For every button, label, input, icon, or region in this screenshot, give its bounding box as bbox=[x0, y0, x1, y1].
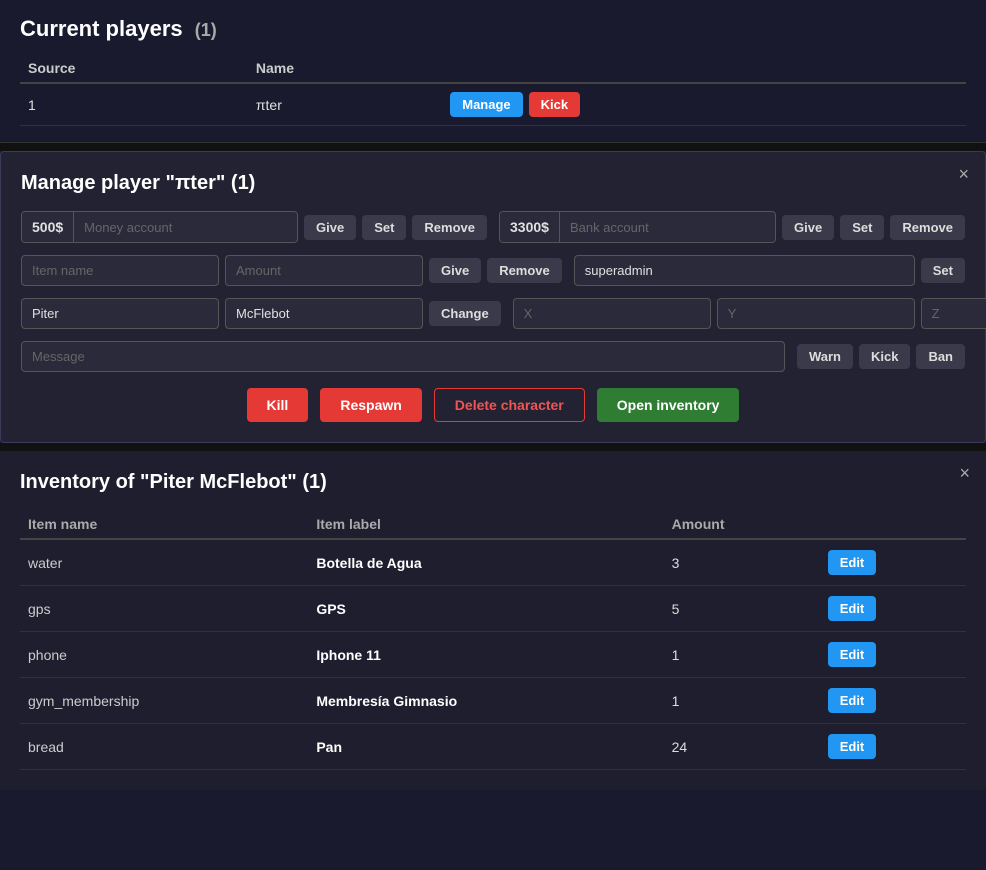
item-superadmin-row: Give Remove Set bbox=[21, 255, 965, 286]
inv-col-amount: Amount bbox=[664, 510, 820, 539]
inv-amount: 5 bbox=[664, 586, 820, 632]
inv-edit-button[interactable]: Edit bbox=[828, 642, 877, 667]
manage-close-button[interactable]: × bbox=[958, 164, 969, 185]
message-row: Warn Kick Ban bbox=[21, 341, 965, 372]
col-source: Source bbox=[20, 54, 248, 83]
inv-edit-button[interactable]: Edit bbox=[828, 734, 877, 759]
player-source: 1 bbox=[20, 83, 248, 126]
divider-2 bbox=[0, 443, 986, 451]
bank-remove-button[interactable]: Remove bbox=[890, 215, 965, 240]
inv-edit-cell: Edit bbox=[820, 632, 966, 678]
bank-account-input[interactable] bbox=[560, 213, 775, 242]
manage-title: Manage player "πter" (1) bbox=[21, 172, 965, 195]
superadmin-set-button[interactable]: Set bbox=[921, 258, 965, 283]
inv-item-label: Membresía Gimnasio bbox=[308, 678, 663, 724]
table-row: 1 πter Manage Kick bbox=[20, 83, 966, 126]
current-players-section: Current players (1) Source Name 1 πter M… bbox=[0, 0, 986, 143]
inv-amount: 1 bbox=[664, 632, 820, 678]
inv-item-label: Iphone 11 bbox=[308, 632, 663, 678]
bank-give-button[interactable]: Give bbox=[782, 215, 834, 240]
inv-edit-button[interactable]: Edit bbox=[828, 688, 877, 713]
manage-button[interactable]: Manage bbox=[450, 92, 522, 117]
inventory-row: gym_membership Membresía Gimnasio 1 Edit bbox=[20, 678, 966, 724]
inventory-close-button[interactable]: × bbox=[959, 463, 970, 484]
kick-button[interactable]: Kick bbox=[859, 344, 910, 369]
player-name: πter bbox=[248, 83, 442, 126]
name-change-button[interactable]: Change bbox=[429, 301, 501, 326]
open-inventory-button[interactable]: Open inventory bbox=[597, 388, 740, 422]
inventory-row: gps GPS 5 Edit bbox=[20, 586, 966, 632]
bank-input-group: 3300$ bbox=[499, 211, 776, 243]
money-input-group: 500$ bbox=[21, 211, 298, 243]
action-row: Kill Respawn Delete character Open inven… bbox=[21, 388, 965, 422]
inventory-row: water Botella de Agua 3 Edit bbox=[20, 539, 966, 586]
item-remove-button[interactable]: Remove bbox=[487, 258, 562, 283]
inv-item-name: water bbox=[20, 539, 308, 586]
lastname-input[interactable] bbox=[225, 298, 423, 329]
inv-col-item-name: Item name bbox=[20, 510, 308, 539]
inventory-row: bread Pan 24 Edit bbox=[20, 724, 966, 770]
manage-panel: Manage player "πter" (1) × 500$ Give Set… bbox=[0, 151, 986, 443]
inv-item-name: gps bbox=[20, 586, 308, 632]
inv-edit-button[interactable]: Edit bbox=[828, 550, 877, 575]
col-actions bbox=[442, 54, 966, 83]
name-teleport-row: Change Teleport bbox=[21, 298, 965, 329]
ban-button[interactable]: Ban bbox=[916, 344, 965, 369]
inv-amount: 1 bbox=[664, 678, 820, 724]
respawn-button[interactable]: Respawn bbox=[320, 388, 421, 422]
inv-amount: 24 bbox=[664, 724, 820, 770]
item-give-button[interactable]: Give bbox=[429, 258, 481, 283]
inv-item-label: Botella de Agua bbox=[308, 539, 663, 586]
money-set-button[interactable]: Set bbox=[362, 215, 406, 240]
inv-edit-cell: Edit bbox=[820, 724, 966, 770]
warn-button[interactable]: Warn bbox=[797, 344, 853, 369]
money-bank-row: 500$ Give Set Remove 3300$ Give Set Remo… bbox=[21, 211, 965, 243]
x-input[interactable] bbox=[513, 298, 711, 329]
title-text: Current players bbox=[20, 16, 183, 41]
inventory-panel: Inventory of "Piter McFlebot" (1) × Item… bbox=[0, 451, 986, 790]
current-players-title: Current players (1) bbox=[20, 16, 966, 42]
inv-item-name: bread bbox=[20, 724, 308, 770]
money-give-button[interactable]: Give bbox=[304, 215, 356, 240]
inv-col-actions bbox=[820, 510, 966, 539]
z-input[interactable] bbox=[921, 298, 986, 329]
item-name-input[interactable] bbox=[21, 255, 219, 286]
firstname-input[interactable] bbox=[21, 298, 219, 329]
y-input[interactable] bbox=[717, 298, 915, 329]
inv-edit-cell: Edit bbox=[820, 678, 966, 724]
bank-prefix: 3300$ bbox=[500, 212, 560, 242]
inventory-table: Item name Item label Amount water Botell… bbox=[20, 510, 966, 770]
inv-edit-button[interactable]: Edit bbox=[828, 596, 877, 621]
inventory-title: Inventory of "Piter McFlebot" (1) bbox=[20, 471, 966, 494]
inv-col-item-label: Item label bbox=[308, 510, 663, 539]
inv-item-label: GPS bbox=[308, 586, 663, 632]
kick-button-row[interactable]: Kick bbox=[529, 92, 580, 117]
inv-item-name: gym_membership bbox=[20, 678, 308, 724]
inventory-row: phone Iphone 11 1 Edit bbox=[20, 632, 966, 678]
players-table: Source Name 1 πter Manage Kick bbox=[20, 54, 966, 126]
inv-amount: 3 bbox=[664, 539, 820, 586]
divider-1 bbox=[0, 143, 986, 151]
delete-character-button[interactable]: Delete character bbox=[434, 388, 585, 422]
bank-set-button[interactable]: Set bbox=[840, 215, 884, 240]
superadmin-input[interactable] bbox=[574, 255, 915, 286]
title-count: (1) bbox=[195, 20, 217, 40]
money-remove-button[interactable]: Remove bbox=[412, 215, 487, 240]
money-prefix: 500$ bbox=[22, 212, 74, 242]
inv-item-name: phone bbox=[20, 632, 308, 678]
inv-edit-cell: Edit bbox=[820, 586, 966, 632]
amount-input[interactable] bbox=[225, 255, 423, 286]
player-actions: Manage Kick bbox=[442, 83, 966, 126]
money-account-input[interactable] bbox=[74, 213, 297, 242]
inv-edit-cell: Edit bbox=[820, 539, 966, 586]
inv-item-label: Pan bbox=[308, 724, 663, 770]
col-name: Name bbox=[248, 54, 442, 83]
message-input[interactable] bbox=[21, 341, 785, 372]
kill-button[interactable]: Kill bbox=[247, 388, 309, 422]
